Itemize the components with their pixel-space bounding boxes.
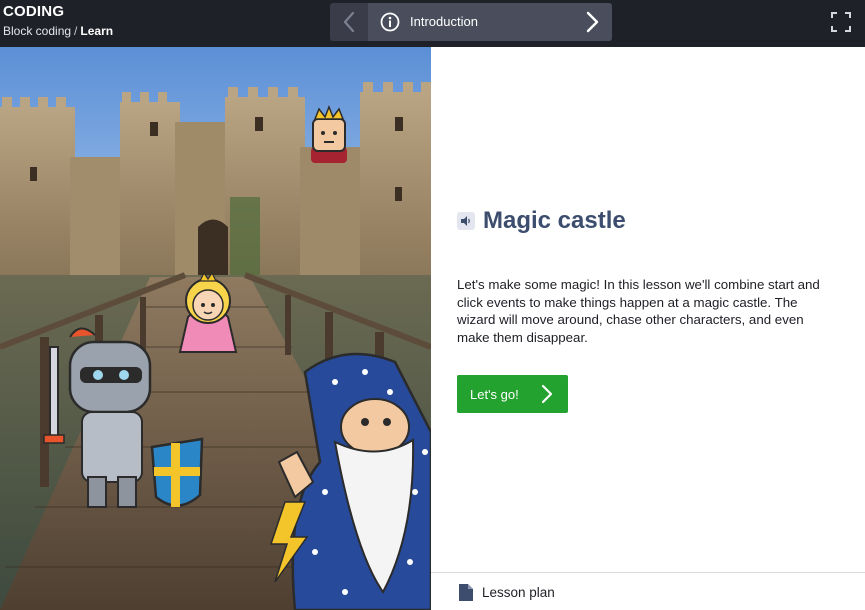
speaker-icon bbox=[461, 216, 470, 226]
breadcrumb-current: Learn bbox=[80, 24, 114, 38]
lesson-description: Let's make some magic! In this lesson we… bbox=[457, 277, 820, 345]
lesson-navigator: Introduction bbox=[330, 3, 612, 41]
top-bar: CODING Block coding / Learn Introduction bbox=[0, 0, 865, 47]
lesson-illustration bbox=[0, 47, 431, 610]
lesson-panel: Magic castle Let's make some magic! In t… bbox=[431, 47, 865, 610]
lesson-plan-link[interactable]: Lesson plan bbox=[482, 585, 555, 600]
footer-bar: Lesson plan bbox=[431, 572, 865, 610]
lesson-title-row: Magic castle bbox=[457, 207, 626, 235]
breadcrumb-parent[interactable]: Block coding bbox=[3, 24, 71, 38]
brand: CODING Block coding / Learn bbox=[3, 3, 113, 39]
step-title: Introduction bbox=[410, 14, 478, 29]
fullscreen-icon[interactable] bbox=[831, 12, 851, 32]
breadcrumb-separator: / bbox=[74, 24, 78, 38]
chevron-right-icon[interactable] bbox=[582, 11, 602, 33]
chevron-left-icon bbox=[343, 11, 355, 33]
step-selector[interactable]: Introduction bbox=[368, 3, 612, 41]
chevron-right-icon bbox=[541, 384, 553, 404]
lets-go-label: Let's go! bbox=[470, 387, 519, 402]
king-character[interactable] bbox=[311, 104, 347, 163]
lets-go-button[interactable]: Let's go! bbox=[457, 375, 568, 413]
audio-button[interactable] bbox=[457, 212, 475, 230]
lesson-title: Magic castle bbox=[483, 207, 626, 234]
info-icon bbox=[380, 12, 400, 32]
breadcrumb: Block coding / Learn bbox=[3, 23, 113, 39]
document-icon[interactable] bbox=[458, 583, 474, 602]
castle-scene bbox=[0, 47, 431, 610]
prev-step-button[interactable] bbox=[330, 3, 368, 41]
app-title: CODING bbox=[3, 3, 65, 20]
